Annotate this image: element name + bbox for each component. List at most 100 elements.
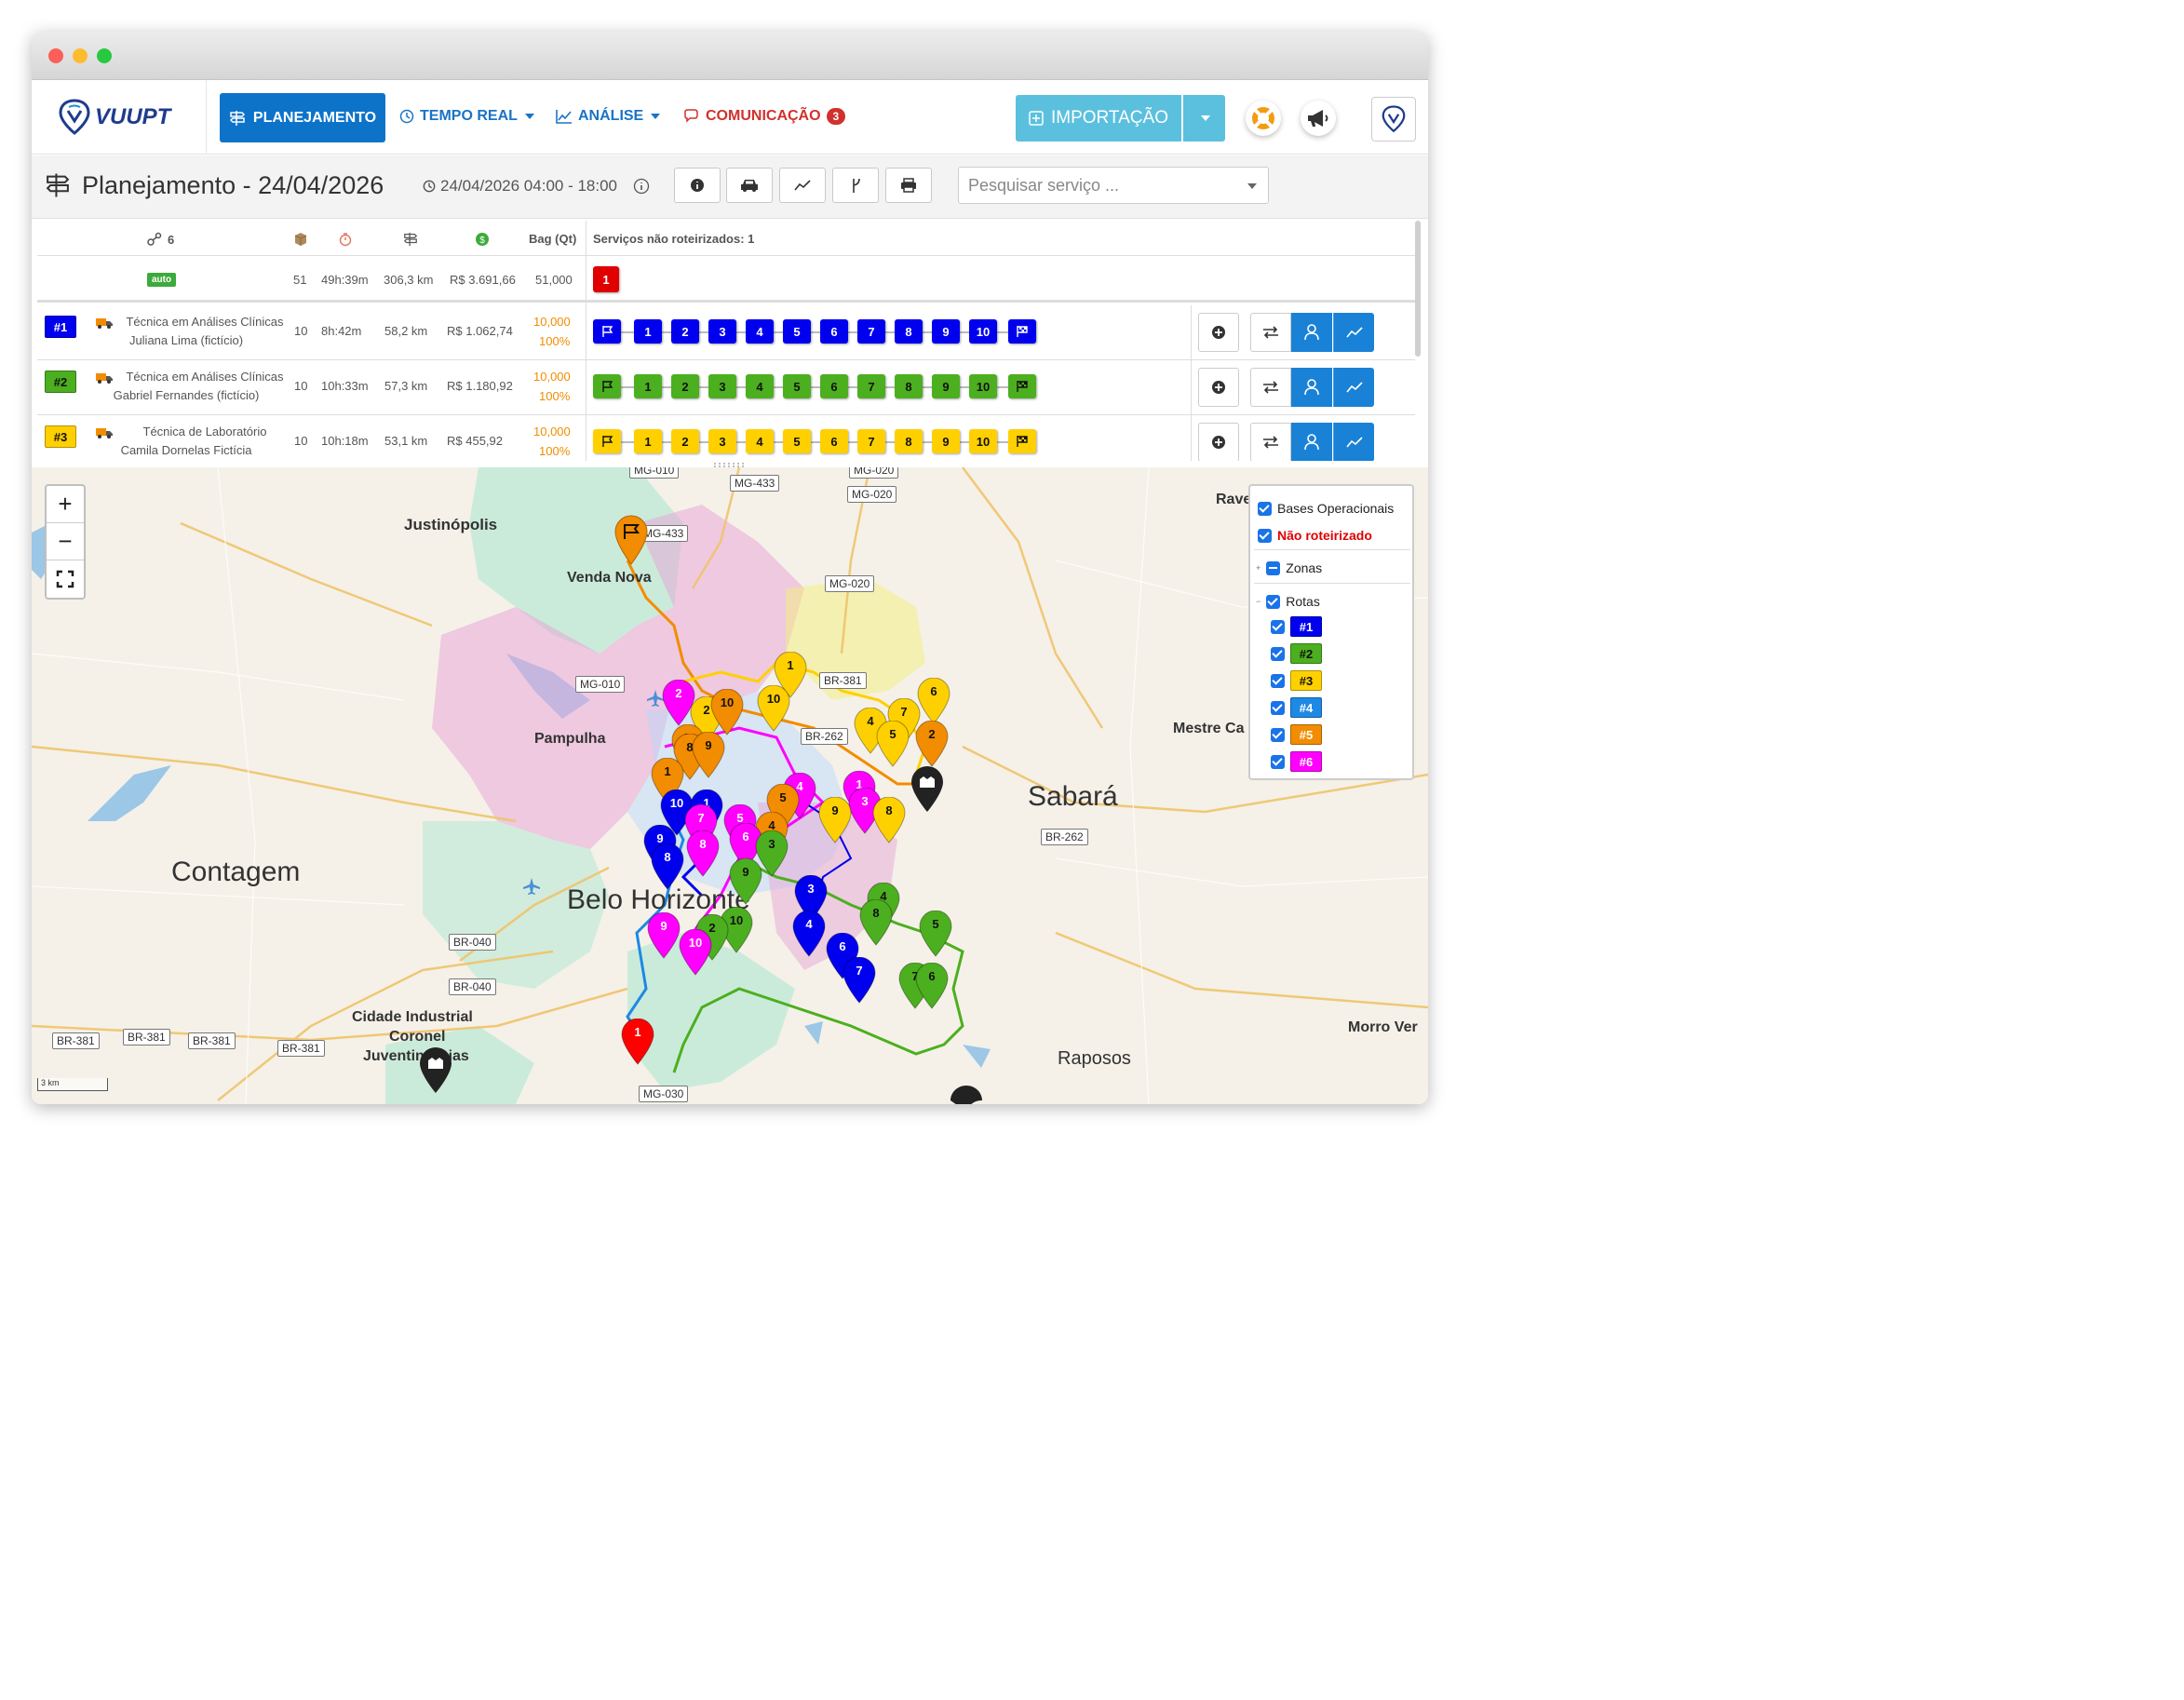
route-stop[interactable]: 7: [857, 374, 885, 398]
base-operational-pin-icon[interactable]: [909, 765, 946, 814]
importacao-dropdown-toggle[interactable]: [1183, 95, 1225, 142]
assign-driver-button[interactable]: [1291, 368, 1332, 407]
route-stop-marker[interactable]: 9: [646, 911, 681, 959]
route-finish-flag[interactable]: [1008, 319, 1036, 344]
route-stop[interactable]: 10: [969, 319, 997, 344]
add-service-button[interactable]: [1198, 423, 1239, 461]
route-analytics-button[interactable]: [1333, 313, 1374, 352]
legend-route-toggle[interactable]: #2: [1271, 643, 1322, 664]
support-lifebuoy-button[interactable]: [1246, 101, 1281, 136]
route-stop[interactable]: 7: [857, 319, 885, 344]
route-stop-marker[interactable]: 8: [650, 843, 685, 890]
route-stop[interactable]: 7: [857, 429, 885, 453]
route-stop-marker[interactable]: 5: [918, 910, 953, 957]
swap-route-button[interactable]: [1250, 313, 1291, 352]
routes-scrollbar[interactable]: [1415, 221, 1421, 357]
fullscreen-button[interactable]: [47, 560, 84, 598]
legend-route-toggle[interactable]: #5: [1271, 724, 1322, 745]
nav-planejamento[interactable]: PLANEJAMENTO: [220, 93, 385, 142]
route-stop[interactable]: 6: [820, 374, 848, 398]
legend-route-toggle[interactable]: #4: [1271, 697, 1322, 718]
nav-comunicacao[interactable]: COMUNICAÇÃO 3: [683, 108, 846, 125]
route-id-badge[interactable]: #3: [45, 425, 76, 448]
route-stop-marker[interactable]: 4: [791, 910, 827, 957]
route-stop[interactable]: 9: [932, 319, 960, 344]
route-stop-marker[interactable]: 9: [691, 731, 726, 778]
route-stop-marker[interactable]: 8: [871, 796, 907, 843]
assign-driver-button[interactable]: [1291, 423, 1332, 461]
route-stop[interactable]: 6: [820, 319, 848, 344]
legend-route-toggle[interactable]: #1: [1271, 616, 1322, 637]
route-stop[interactable]: 8: [895, 374, 923, 398]
route-stop-marker[interactable]: 8: [685, 830, 721, 877]
route-options-button[interactable]: [832, 168, 879, 203]
route-stop[interactable]: 3: [708, 429, 736, 453]
swap-route-button[interactable]: [1250, 423, 1291, 461]
legend-unrouted-toggle[interactable]: Não roteirizado: [1258, 528, 1372, 543]
route-stop-marker[interactable]: 2: [914, 720, 950, 767]
vehicles-button[interactable]: [726, 168, 773, 203]
maximize-window-button[interactable]: [97, 48, 112, 63]
route-stop-marker[interactable]: 1: [620, 1018, 655, 1065]
route-start-flag[interactable]: [593, 319, 621, 344]
route-stop-marker[interactable]: 9: [817, 796, 853, 843]
route-stop[interactable]: 5: [783, 374, 811, 398]
route-stop[interactable]: 2: [671, 319, 699, 344]
route-stop[interactable]: 4: [746, 374, 774, 398]
route-finish-flag[interactable]: [1008, 374, 1036, 398]
nav-tempo-real[interactable]: TEMPO REAL: [399, 108, 534, 125]
nav-analise[interactable]: ANÁLISE: [556, 108, 661, 125]
route-stop[interactable]: 8: [895, 319, 923, 344]
route-stop[interactable]: 1: [634, 429, 662, 453]
route-stop[interactable]: 6: [820, 429, 848, 453]
swap-route-button[interactable]: [1250, 368, 1291, 407]
route-stop-marker[interactable]: 6: [914, 962, 950, 1009]
route-start-flag[interactable]: [593, 374, 621, 398]
route-analytics-button[interactable]: [1333, 368, 1374, 407]
add-service-button[interactable]: [1198, 313, 1239, 352]
route-stop[interactable]: 1: [634, 374, 662, 398]
route-id-badge[interactable]: #2: [45, 371, 76, 393]
route-stop[interactable]: 4: [746, 319, 774, 344]
add-service-button[interactable]: [1198, 368, 1239, 407]
route-stop[interactable]: 9: [932, 374, 960, 398]
importacao-button[interactable]: IMPORTAÇÃO: [1016, 95, 1181, 142]
zoom-in-button[interactable]: +: [47, 486, 84, 523]
route-stop[interactable]: 8: [895, 429, 923, 453]
route-stop[interactable]: 2: [671, 429, 699, 453]
route-stop[interactable]: 1: [634, 319, 662, 344]
route-stop-marker[interactable]: 8: [858, 898, 894, 946]
legend-route-toggle[interactable]: #3: [1271, 670, 1322, 691]
route-stop-marker[interactable]: 10: [709, 688, 745, 735]
route-stop[interactable]: 4: [746, 429, 774, 453]
route-stop[interactable]: 10: [969, 374, 997, 398]
zoom-out-button[interactable]: −: [47, 523, 84, 560]
route-stop[interactable]: 5: [783, 319, 811, 344]
assign-driver-button[interactable]: [1291, 313, 1332, 352]
route-analytics-button[interactable]: [1333, 423, 1374, 461]
analytics-button[interactable]: [779, 168, 826, 203]
route-stop-marker[interactable]: 7: [842, 956, 877, 1004]
route-stop[interactable]: 10: [969, 429, 997, 453]
vuupt-shield-button[interactable]: [1371, 97, 1416, 142]
print-button[interactable]: [885, 168, 932, 203]
legend-rotas-toggle[interactable]: − Rotas: [1256, 594, 1320, 609]
legend-route-toggle[interactable]: #6: [1271, 751, 1322, 772]
route-stop-marker[interactable]: 10: [756, 684, 791, 732]
close-window-button[interactable]: [48, 48, 63, 63]
route-stop[interactable]: 9: [932, 429, 960, 453]
base-operational-pin-icon[interactable]: [948, 1084, 985, 1104]
search-service-select[interactable]: Pesquisar serviço ...: [958, 167, 1269, 204]
info-circle-icon[interactable]: [633, 178, 650, 195]
minimize-window-button[interactable]: [73, 48, 88, 63]
legend-zonas-toggle[interactable]: + Zonas: [1256, 560, 1322, 575]
route-id-badge[interactable]: #1: [45, 316, 76, 338]
vuupt-logo[interactable]: VUUPT: [58, 97, 179, 138]
base-operational-pin-icon[interactable]: [417, 1046, 454, 1095]
route-stop[interactable]: 3: [708, 374, 736, 398]
route-end-flag-pin-icon[interactable]: [613, 514, 650, 566]
legend-bases-toggle[interactable]: Bases Operacionais: [1258, 501, 1394, 516]
unrouted-stop[interactable]: 1: [593, 266, 619, 292]
route-stop-marker[interactable]: 9: [728, 857, 763, 905]
route-start-flag[interactable]: [593, 429, 621, 453]
